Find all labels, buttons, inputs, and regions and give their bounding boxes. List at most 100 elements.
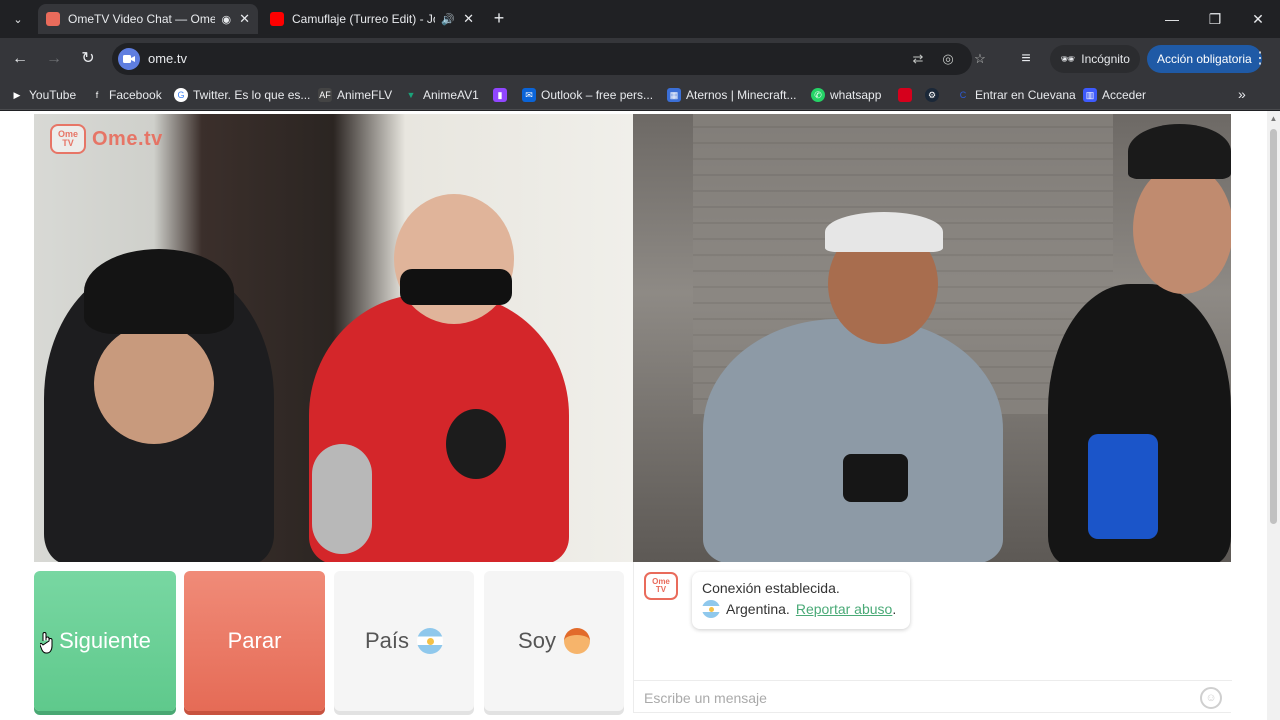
bookmark-cuevana[interactable]: C Entrar en Cuevana (956, 86, 1076, 104)
steam-icon: ⚙ (925, 88, 939, 102)
minimize-button[interactable]: — (1157, 8, 1187, 30)
bookmarks-bar: ▶ YouTube f Facebook G Twitter. Es lo que e… (0, 80, 1280, 110)
close-window-button[interactable]: ✕ (1243, 8, 1273, 30)
mouse-cursor-icon (40, 632, 53, 654)
incognito-indicator[interactable]: 🕶 Incógnito (1050, 45, 1140, 73)
page-scrollbar[interactable]: ▲ (1267, 111, 1280, 720)
remote-video (633, 114, 1231, 562)
menu-icon[interactable]: ⋮ (1252, 47, 1268, 71)
mate-cup (446, 409, 506, 479)
star-icon[interactable]: ☆ (970, 49, 990, 69)
person-left-face (94, 324, 214, 444)
close-tab-icon[interactable]: ✕ (239, 11, 250, 27)
site-info-icon[interactable] (118, 48, 140, 70)
youtube-favicon-icon (270, 12, 284, 26)
bookmark-youtube[interactable]: ▶ YouTube (10, 86, 77, 104)
tab-search-button[interactable]: ⌄ (6, 8, 30, 30)
next-button[interactable]: Siguiente (34, 571, 176, 711)
remote-person-right-face (1133, 164, 1231, 294)
system-message: Conexión establecida. Argentina. Reporta… (692, 572, 910, 629)
twitch-icon: ▮ (493, 88, 507, 102)
acceder-icon: ▥ (1083, 88, 1097, 102)
argentina-flag-icon (702, 600, 720, 618)
bookmark-whatsapp[interactable]: ✆ whatsapp (811, 86, 881, 104)
reload-icon[interactable]: ↻ (76, 47, 100, 71)
translate-icon[interactable]: ⇄ (908, 49, 928, 69)
microphone (312, 444, 372, 554)
country-label: País (364, 628, 410, 653)
chat-panel: Ome TV Conexión establecida. Argentina. … (633, 562, 1232, 713)
stop-label: Parar (227, 628, 282, 653)
incognito-icon: 🕶 (1060, 52, 1076, 66)
blue-cup (1088, 434, 1158, 539)
local-video: Ome TV Ome.tv (34, 114, 633, 562)
tab-youtube[interactable]: Camuflaje (Turreo Edit) - Jo 🔊 ✕ (262, 4, 482, 34)
recording-icon: ◉ (221, 13, 232, 26)
bookmark-red-icon (898, 88, 912, 102)
tab-ometv[interactable]: OmeTV Video Chat — Ome ◉ ✕ (38, 4, 258, 34)
back-icon[interactable]: ← (8, 47, 32, 71)
bookmark-facebook[interactable]: f Facebook (90, 86, 162, 104)
url-text: ome.tv (148, 51, 188, 66)
facebook-icon: f (95, 90, 99, 100)
sunglasses (400, 269, 512, 305)
address-bar[interactable]: ome.tv ⇄ ◎ ☆ (112, 43, 986, 75)
ometv-tv-icon: Ome TV (50, 124, 86, 154)
bookmark-animeav1[interactable]: ▼ AnimeAV1 (404, 86, 479, 104)
eye-off-icon[interactable]: ◎ (938, 49, 958, 69)
partner-country: Argentina. (726, 601, 790, 617)
forward-icon[interactable]: → (42, 47, 66, 71)
report-abuse-link[interactable]: Reportar abuso (796, 601, 893, 617)
message-input[interactable] (644, 687, 1184, 709)
whatsapp-icon: ✆ (811, 88, 825, 102)
maximize-button[interactable]: ❐ (1200, 8, 1230, 30)
bookmark-red[interactable] (898, 86, 912, 104)
tab-strip: ⌄ OmeTV Video Chat — Ome ◉ ✕ Camuflaje (… (0, 0, 1280, 38)
gender-button[interactable]: Soy (484, 571, 624, 711)
black-cap (1128, 124, 1231, 179)
browser-toolbar: ← → ↻ ome.tv ⇄ ◎ ☆ ≡ 🕶 Incógnito Acción … (0, 38, 1280, 80)
animeflv-icon: AF (318, 88, 332, 102)
ometv-favicon-icon (46, 12, 60, 26)
scrollbar-thumb[interactable] (1270, 129, 1277, 524)
bookmark-twitch[interactable]: ▮ (493, 86, 507, 104)
bookmark-aternos[interactable]: ▦ Aternos | Minecraft... (667, 86, 797, 104)
tab-title: OmeTV Video Chat — Ome (68, 12, 216, 26)
new-tab-button[interactable]: + (489, 8, 509, 28)
aternos-icon: ▦ (667, 88, 681, 102)
bookmark-animeflv[interactable]: AF AnimeFLV (318, 86, 392, 104)
tab-title: Camuflaje (Turreo Edit) - Jo (292, 12, 436, 26)
outlook-icon: ✉ (522, 88, 536, 102)
media-control-icon[interactable]: ≡ (1014, 47, 1038, 71)
bookmark-outlook[interactable]: ✉ Outlook – free pers... (522, 86, 653, 104)
speaker-icon: 🔊 (441, 13, 456, 26)
white-cap (825, 212, 943, 252)
bookmark-acceder[interactable]: ▥ Acceder (1083, 86, 1146, 104)
next-label: Siguiente (59, 628, 151, 653)
incognito-label: Incógnito (1081, 52, 1130, 66)
bookmark-twitter[interactable]: G Twitter. Es lo que es... (174, 86, 310, 104)
stop-button[interactable]: Parar (184, 571, 325, 711)
phone (843, 454, 908, 502)
cuevana-icon: C (959, 90, 967, 100)
emoji-icon[interactable]: ☺ (1200, 687, 1222, 709)
scroll-up-icon[interactable]: ▲ (1269, 114, 1278, 123)
person-left-cap (84, 249, 234, 334)
bookmarks-overflow-icon[interactable]: » (1238, 86, 1246, 102)
gender-label: Soy (518, 628, 556, 653)
animeav1-icon: ▼ (406, 90, 416, 100)
google-icon: G (174, 88, 188, 102)
remote-person-left (703, 319, 1003, 562)
youtube-icon: ▶ (13, 89, 21, 100)
ometv-wordmark: Ome.tv (92, 127, 163, 150)
connection-status: Conexión establecida. (702, 580, 840, 596)
ometv-chat-logo-icon: Ome TV (644, 572, 678, 600)
boy-avatar-icon (563, 628, 590, 654)
close-tab-icon[interactable]: ✕ (463, 11, 474, 27)
ometv-logo: Ome TV Ome.tv (50, 124, 163, 154)
message-composer: ☺ (634, 680, 1232, 713)
argentina-flag-icon (417, 628, 444, 654)
bookmark-steam[interactable]: ⚙ (925, 86, 939, 104)
country-button[interactable]: País (334, 571, 474, 711)
action-required-button[interactable]: Acción obligatoria (1147, 45, 1262, 73)
